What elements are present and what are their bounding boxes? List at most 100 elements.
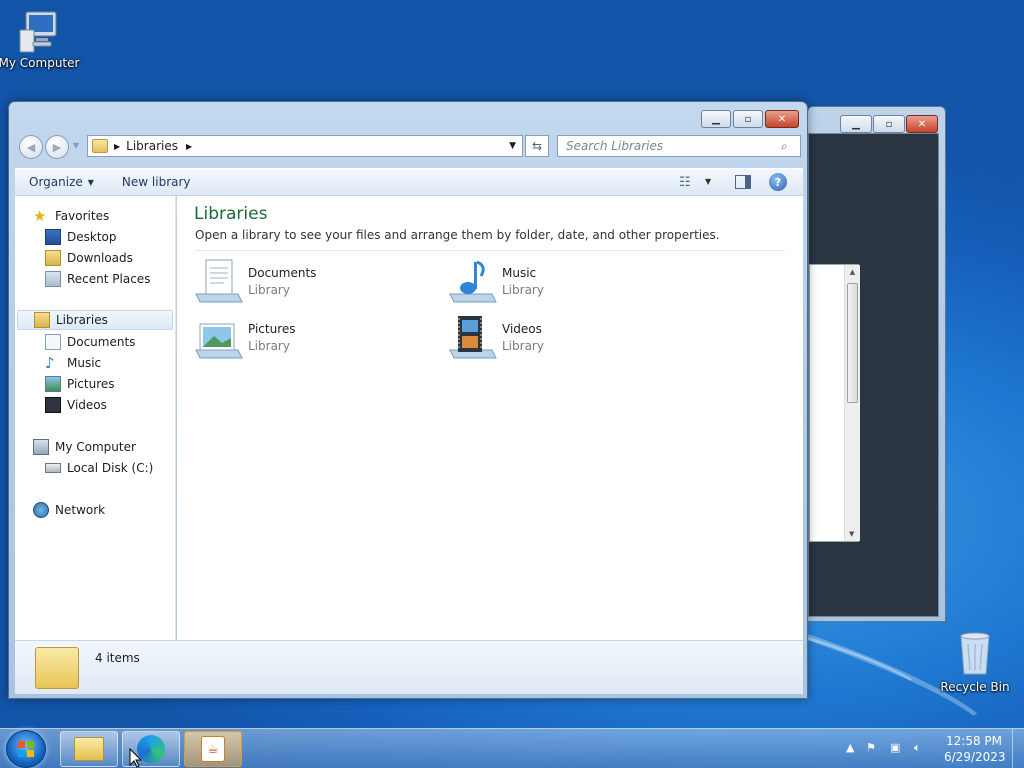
details-pane: 4 items: [15, 640, 803, 694]
command-bar: Organize ▼ New library ☷ ▼ ?: [15, 168, 803, 196]
taskbar-explorer[interactable]: [60, 731, 118, 767]
scroll-down-icon[interactable]: ▼: [849, 530, 854, 538]
scroll-up-icon[interactable]: ▲: [845, 268, 860, 276]
address-bar[interactable]: ▶ Libraries ▶ ▼: [87, 135, 523, 157]
nav-desktop[interactable]: Desktop: [45, 227, 117, 247]
help-icon[interactable]: ?: [769, 173, 787, 191]
clock-date: 6/29/2023: [944, 750, 1006, 764]
nav-my-computer[interactable]: My Computer: [33, 437, 136, 457]
close-button[interactable]: ✕: [765, 110, 799, 128]
desktop-icon-label: My Computer: [0, 56, 80, 70]
libraries-large-icon: [35, 647, 79, 689]
taskbar-java[interactable]: ☕: [184, 731, 242, 767]
show-hidden-icons-icon[interactable]: ▲: [846, 741, 854, 754]
volume-muted-icon[interactable]: 🔈︎: [914, 741, 921, 755]
maximize-button[interactable]: ▫: [873, 115, 905, 133]
recycle-bin-icon: [955, 630, 995, 678]
close-button[interactable]: ✕: [906, 115, 938, 133]
desktop-icon-recycle-bin[interactable]: Recycle Bin: [933, 630, 1017, 694]
minimize-button[interactable]: ▁: [840, 115, 872, 133]
network-icon: [33, 502, 49, 518]
documents-library-icon: [194, 256, 244, 306]
vertical-scrollbar[interactable]: ▲ ▼: [844, 265, 860, 541]
page-subtitle: Open a library to see your files and arr…: [195, 228, 720, 242]
content-pane: Libraries Open a library to see your fil…: [177, 196, 803, 640]
navigation-pane: ★ Favorites Desktop Downloads Recent Pla…: [15, 196, 176, 640]
maximize-button[interactable]: ▫: [733, 110, 763, 128]
taskbar: ☕ ▲ ⚑ ▣ 🔈︎ 12:58 PM 6/29/2023: [0, 728, 1024, 768]
desktop-icon-my-computer[interactable]: My Computer: [0, 10, 81, 70]
nav-documents[interactable]: Documents: [45, 332, 135, 352]
page-title: Libraries: [194, 204, 268, 224]
desktop-icon: [45, 229, 61, 245]
action-center-flag-icon[interactable]: ⚑: [866, 741, 876, 754]
explorer-icon: [74, 737, 104, 761]
library-name: Videos: [502, 321, 542, 336]
back-button[interactable]: ◀: [19, 135, 43, 159]
java-icon: ☕: [201, 736, 225, 762]
window-content: ▲ ▼: [808, 133, 939, 617]
start-button[interactable]: [6, 730, 46, 768]
recent-places-icon: [45, 271, 61, 287]
pictures-icon: [45, 376, 61, 392]
organize-button[interactable]: Organize ▼: [15, 169, 108, 195]
library-music[interactable]: Music Library: [448, 256, 688, 306]
refresh-button[interactable]: ⇆: [525, 135, 549, 157]
videos-library-icon: [448, 312, 498, 362]
show-desktop-button[interactable]: [1012, 729, 1024, 768]
clock-time: 12:58 PM: [946, 734, 1002, 748]
videos-icon: [45, 397, 61, 413]
breadcrumb-chevron-icon[interactable]: ▶: [114, 142, 120, 151]
nav-videos[interactable]: Videos: [45, 395, 107, 415]
change-view-icon[interactable]: ☷: [679, 175, 691, 190]
item-count: 4 items: [95, 651, 140, 665]
computer-icon: [33, 439, 49, 455]
background-window[interactable]: ▁ ▫ ✕ ▲ ▼: [807, 106, 946, 622]
search-input[interactable]: Search Libraries: [557, 135, 801, 157]
library-pictures[interactable]: Pictures Library: [194, 312, 434, 362]
explorer-window[interactable]: ▁ ▫ ✕ ◀ ▶ ▼ ▶ Libraries ▶ ▼ ⇆ Search Lib…: [8, 101, 808, 699]
system-clock[interactable]: 12:58 PM 6/29/2023: [944, 733, 1006, 765]
library-type: Library: [502, 282, 544, 297]
music-library-icon: [448, 256, 498, 306]
recent-pages-icon[interactable]: ▼: [73, 141, 79, 150]
nav-recent-places[interactable]: Recent Places: [45, 269, 150, 289]
breadcrumb-chevron-icon[interactable]: ▶: [186, 142, 192, 151]
pictures-library-icon: [194, 312, 244, 362]
scrollbar-thumb[interactable]: [847, 283, 858, 403]
network-status-icon[interactable]: ▣: [890, 741, 900, 754]
nav-favorites[interactable]: ★ Favorites: [33, 206, 109, 226]
search-icon[interactable]: ⌕: [781, 139, 788, 154]
nav-downloads[interactable]: Downloads: [45, 248, 133, 268]
divider: [195, 250, 785, 251]
library-type: Library: [248, 282, 290, 297]
library-name: Documents: [248, 265, 317, 280]
libraries-icon: [34, 312, 50, 328]
library-name: Music: [502, 265, 537, 280]
chevron-down-icon: ▼: [87, 177, 94, 187]
library-documents[interactable]: Documents Library: [194, 256, 434, 306]
view-options-chevron-icon[interactable]: ▼: [705, 177, 711, 186]
nav-music[interactable]: ♪ Music: [45, 353, 101, 373]
nav-libraries[interactable]: Libraries: [17, 310, 173, 330]
libraries-folder-icon: [92, 139, 108, 153]
desktop-icon-label: Recycle Bin: [940, 680, 1010, 694]
drive-icon: [45, 463, 61, 473]
nav-network[interactable]: Network: [33, 500, 105, 520]
new-library-button[interactable]: New library: [108, 169, 205, 195]
preview-pane-icon[interactable]: [735, 175, 751, 189]
forward-button[interactable]: ▶: [45, 135, 69, 159]
nav-pictures[interactable]: Pictures: [45, 374, 115, 394]
library-type: Library: [502, 338, 544, 353]
minimize-button[interactable]: ▁: [701, 110, 731, 128]
library-name: Pictures: [248, 321, 296, 336]
downloads-folder-icon: [45, 250, 61, 266]
address-dropdown-icon[interactable]: ▼: [509, 141, 516, 151]
nav-local-disk[interactable]: Local Disk (C:): [45, 458, 153, 478]
breadcrumb-libraries[interactable]: Libraries: [126, 139, 178, 153]
library-type: Library: [248, 338, 290, 353]
library-videos[interactable]: Videos Library: [448, 312, 688, 362]
navigation-bar: ◀ ▶ ▼ ▶ Libraries ▶ ▼ ⇆ Search Libraries…: [17, 132, 801, 160]
computer-icon: [16, 10, 62, 54]
document-pane: ▲ ▼: [809, 264, 860, 542]
